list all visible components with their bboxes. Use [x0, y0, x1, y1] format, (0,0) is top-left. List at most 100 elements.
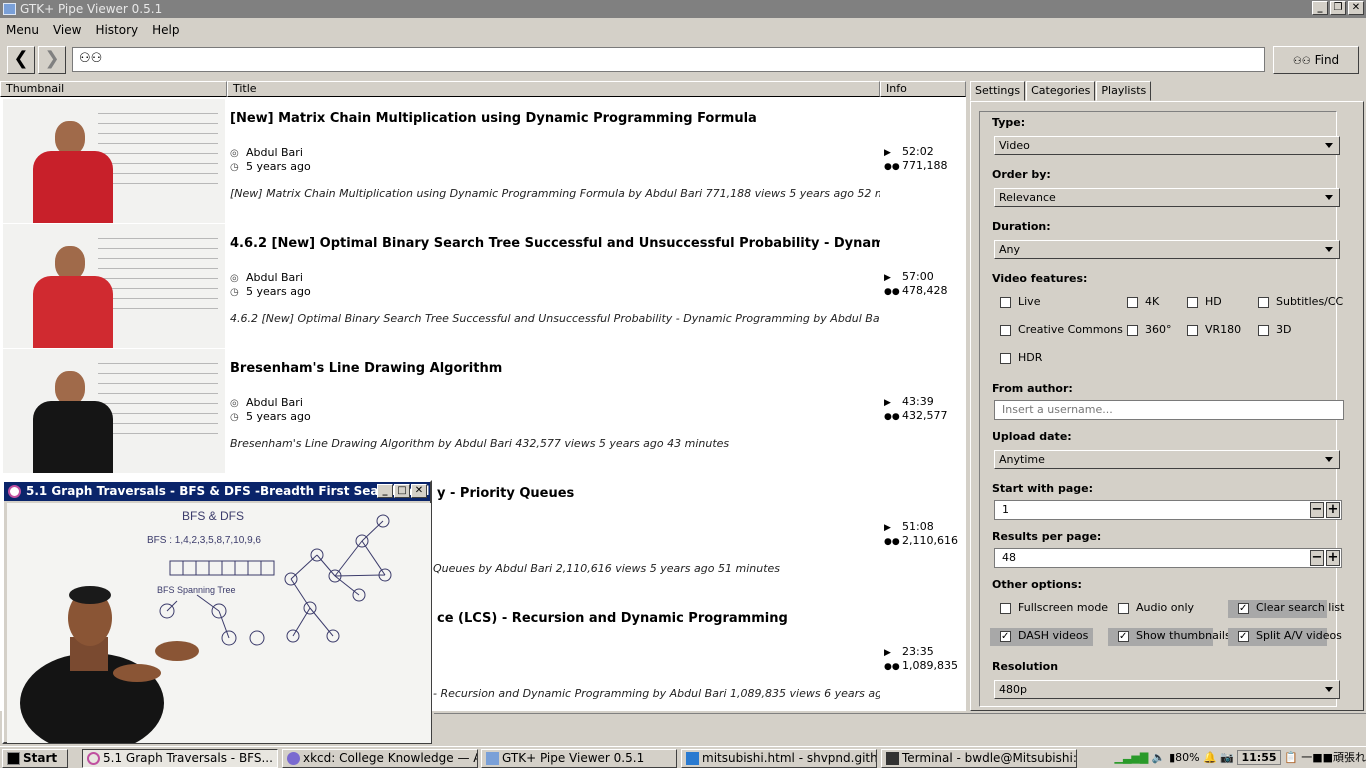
video-title[interactable]: 4.6.2 [New] Optimal Binary Search Tree S… — [230, 236, 880, 251]
video-title[interactable]: y - Priority Queues — [437, 486, 966, 501]
eye-icon: ●● — [884, 162, 900, 172]
taskbar-item-browser[interactable]: xkcd: College Knowledge — Abla... — [282, 749, 478, 768]
column-header-info[interactable]: Info — [880, 81, 966, 97]
taskbar-item-editor[interactable]: mitsubishi.html - shvpnd.github.io ... — [681, 749, 877, 768]
type-label: Type: — [992, 116, 1026, 129]
fullscreen-checkbox[interactable]: Fullscreen mode — [990, 600, 1108, 618]
bell-icon[interactable]: 🔔 — [1203, 751, 1217, 764]
video-duration: ▶ 23:35 — [884, 645, 934, 658]
video-author[interactable]: ◎ Abdul Bari — [230, 271, 303, 284]
decrement-button[interactable]: − — [1310, 502, 1324, 518]
column-header-title[interactable]: Title — [227, 81, 880, 97]
result-row[interactable]: Bresenham's Line Drawing Algorithm ◎ Abdu… — [0, 349, 966, 474]
taskbar-item-terminal[interactable]: Terminal - bwdle@Mitsubishi: ~/P... — [881, 749, 1077, 768]
4k-checkbox[interactable]: 4K — [1117, 294, 1159, 312]
user-icon: ◎ — [230, 148, 239, 159]
video-author[interactable]: ◎ Abdul Bari — [230, 396, 303, 409]
minimize-button[interactable]: _ — [1312, 1, 1328, 15]
upload-select[interactable]: Anytime — [994, 450, 1340, 469]
close-button[interactable]: ✕ — [1348, 1, 1364, 15]
menu-menu[interactable]: Menu — [6, 23, 39, 37]
maximize-button[interactable]: □ — [394, 484, 410, 498]
menu-history[interactable]: History — [95, 23, 138, 37]
video-title[interactable]: [New] Matrix Chain Multiplication using … — [230, 111, 880, 126]
player-title: 5.1 Graph Traversals - BFS & DFS -Breadt… — [26, 484, 430, 498]
3d-checkbox[interactable]: 3D — [1248, 322, 1291, 340]
binoculars-icon: ⚇⚇ — [79, 51, 103, 66]
start-button[interactable]: Start — [2, 749, 68, 768]
video-age: ◷ 5 years ago — [230, 160, 311, 173]
video-author[interactable]: ◎ Abdul Bari — [230, 146, 303, 159]
audio-only-checkbox[interactable]: Audio only — [1108, 600, 1194, 618]
tab-playlists[interactable]: Playlists — [1096, 81, 1152, 101]
title-bar[interactable]: GTK+ Pipe Viewer 0.5.1 _ ❐ ✕ — [0, 0, 1366, 18]
creative-commons-checkbox[interactable]: Creative Commons — [990, 322, 1123, 340]
hdr-checkbox[interactable]: HDR — [990, 350, 1042, 368]
play-icon: ▶ — [884, 398, 891, 408]
result-row[interactable]: 4.6.2 [New] Optimal Binary Search Tree S… — [0, 224, 966, 349]
hd-checkbox[interactable]: HD — [1177, 294, 1222, 312]
resolution-select[interactable]: 480p — [994, 680, 1340, 699]
increment-button[interactable]: + — [1326, 550, 1340, 566]
restore-button[interactable]: ❐ — [1330, 1, 1346, 15]
dash-videos-checkbox[interactable]: DASH videos — [990, 628, 1093, 646]
resolution-label: Resolution — [992, 660, 1059, 673]
video-thumbnail — [3, 224, 225, 348]
input-method[interactable]: 一■■頑張れ — [1301, 751, 1366, 764]
result-row[interactable]: [New] Matrix Chain Multiplication using … — [0, 99, 966, 224]
play-icon: ▶ — [884, 648, 891, 658]
360-checkbox[interactable]: 360° — [1117, 322, 1172, 340]
close-button[interactable]: ✕ — [411, 484, 427, 498]
minimize-button[interactable]: _ — [377, 484, 393, 498]
taskbar-item-pipe-viewer[interactable]: GTK+ Pipe Viewer 0.5.1 — [481, 749, 677, 768]
video-views: ●● 1,089,835 — [884, 659, 958, 672]
clipboard-icon[interactable]: 📋 — [1284, 751, 1298, 764]
settings-pane: Type: Video Order by: Relevance Duration… — [970, 101, 1364, 711]
camera-icon[interactable]: 📷 — [1220, 751, 1234, 764]
video-duration: ▶ 51:08 — [884, 520, 934, 533]
column-header-thumbnail[interactable]: Thumbnail — [0, 81, 227, 97]
search-input[interactable]: ⚇⚇ — [72, 47, 1265, 72]
start-icon — [7, 752, 20, 765]
menu-view[interactable]: View — [53, 23, 81, 37]
network-icon[interactable]: ▁▃▅▇ — [1115, 751, 1149, 764]
tab-settings[interactable]: Settings — [970, 81, 1026, 101]
video-title[interactable]: Bresenham's Line Drawing Algorithm — [230, 361, 880, 376]
decrement-button[interactable]: − — [1310, 550, 1324, 566]
volume-icon[interactable]: 🔈 — [1152, 751, 1166, 764]
video-player-window[interactable]: 5.1 Graph Traversals - BFS & DFS -Breadt… — [2, 480, 432, 744]
split-av-checkbox[interactable]: Split A/V videos — [1228, 628, 1342, 646]
video-age: ◷ 5 years ago — [230, 285, 311, 298]
vr180-checkbox[interactable]: VR180 — [1177, 322, 1241, 340]
subtitles-checkbox[interactable]: Subtitles/CC — [1248, 294, 1343, 312]
clock[interactable]: 11:55 — [1237, 750, 1281, 765]
menu-help[interactable]: Help — [152, 23, 179, 37]
find-button[interactable]: ⚇⚇ Find — [1273, 46, 1359, 74]
live-checkbox[interactable]: Live — [990, 294, 1040, 312]
video-frame[interactable]: BFS & DFS BFS : 1,4,2,3,5,8,7,10,9,6 BFS… — [7, 503, 431, 743]
player-title-bar[interactable]: 5.1 Graph Traversals - BFS & DFS -Breadt… — [4, 482, 430, 501]
player-icon — [8, 485, 21, 498]
taskbar-item-player[interactable]: 5.1 Graph Traversals - BFS... — [82, 749, 278, 768]
results-per-page-spinner[interactable]: 48− + — [994, 548, 1342, 568]
video-age: ◷ 5 years ago — [230, 410, 311, 423]
back-button[interactable]: ❮ — [7, 46, 35, 74]
video-views: ●● 432,577 — [884, 409, 948, 422]
increment-button[interactable]: + — [1326, 502, 1340, 518]
duration-select[interactable]: Any — [994, 240, 1340, 259]
clock-icon: ◷ — [230, 412, 239, 423]
status-bar — [434, 713, 1366, 743]
back-arrow-icon: ❮ — [13, 48, 29, 69]
author-input[interactable]: Insert a username... — [994, 400, 1344, 420]
forward-button[interactable]: ❯ — [38, 46, 66, 74]
show-thumbnails-checkbox[interactable]: Show thumbnails — [1108, 628, 1231, 646]
type-select[interactable]: Video — [994, 136, 1340, 155]
tab-categories[interactable]: Categories — [1026, 81, 1096, 101]
start-page-label: Start with page: — [992, 482, 1093, 495]
dropdown-arrow-icon — [1325, 195, 1333, 200]
order-select[interactable]: Relevance — [994, 188, 1340, 207]
system-tray: ▁▃▅▇ 🔈 ▮80% 🔔 📷 11:55 📋 一■■頑張れ — [1115, 749, 1366, 768]
start-page-spinner[interactable]: 1− + — [994, 500, 1342, 520]
clear-search-list-checkbox[interactable]: Clear search list — [1228, 600, 1344, 618]
video-title[interactable]: ce (LCS) - Recursion and Dynamic Program… — [437, 611, 966, 626]
